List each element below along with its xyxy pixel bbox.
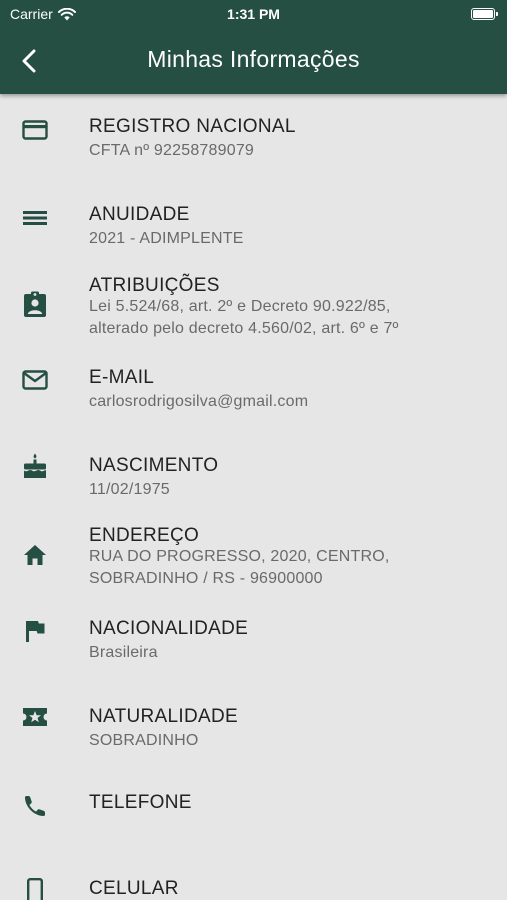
item-value: Lei 5.524/68, art. 2º e Decreto 90.922/8… <box>89 298 391 315</box>
item-value-line2: SOBRADINHO / RS - 96900000 <box>89 570 323 587</box>
item-label: NACIONALIDADE <box>89 618 249 639</box>
assignment-ind-icon <box>22 291 48 317</box>
item-value: carlosrodrigosilva@gmail.com <box>89 393 309 410</box>
flag-icon <box>22 618 48 644</box>
credit-card-icon <box>22 117 48 143</box>
item-label: E-MAIL <box>89 367 155 388</box>
local-activity-icon <box>22 704 48 730</box>
smartphone-icon <box>22 878 48 900</box>
item-label: REGISTRO NACIONAL <box>89 116 296 137</box>
item-value: Brasileira <box>89 644 158 661</box>
page-title: Minhas Informações <box>147 46 360 72</box>
item-label: CELULAR <box>89 878 179 899</box>
item-label: ANUIDADE <box>89 204 190 225</box>
item-label: ENDEREÇO <box>89 525 200 546</box>
mail-icon <box>22 367 48 393</box>
home-icon <box>22 542 48 568</box>
item-label: TELEFONE <box>89 792 192 813</box>
info-list: REGISTRO NACIONAL CFTA nº 92258789079 AN… <box>0 94 507 900</box>
item-value: 2021 - ADIMPLENTE <box>89 230 244 247</box>
cake-icon <box>22 453 48 479</box>
item-value-line2: alterado pelo decreto 4.560/02, art. 6º … <box>89 320 399 337</box>
phone-icon <box>22 793 48 819</box>
item-value: RUA DO PROGRESSO, 2020, CENTRO, <box>89 548 390 565</box>
item-value: 11/02/1975 <box>89 481 170 498</box>
status-bar: Carrier 1:31 PM <box>0 0 507 28</box>
list-icon <box>22 205 48 231</box>
battery-icon <box>471 8 498 20</box>
item-label: ATRIBUIÇÕES <box>89 275 220 296</box>
item-label: NATURALIDADE <box>89 706 238 727</box>
nav-bar: Minhas Informações <box>0 28 507 94</box>
status-time: 1:31 PM <box>227 6 280 22</box>
app-header: Carrier 1:31 PM Minhas Informações <box>0 0 507 94</box>
item-label: NASCIMENTO <box>89 455 219 476</box>
item-value: CFTA nº 92258789079 <box>89 142 255 159</box>
item-value: SOBRADINHO <box>89 732 199 749</box>
